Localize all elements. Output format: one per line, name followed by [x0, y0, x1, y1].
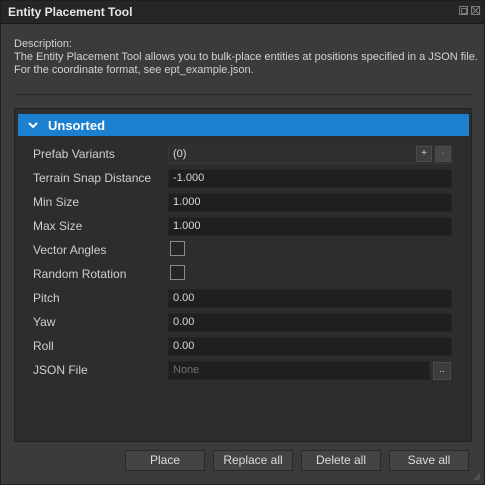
delete-all-button[interactable]: Delete all [301, 450, 381, 471]
yaw-input[interactable]: 0.00 [168, 313, 452, 332]
prefab-variants-field[interactable]: (0) [168, 145, 452, 164]
chevron-down-icon[interactable] [27, 119, 39, 131]
vector-angles-label: Vector Angles [33, 243, 107, 257]
json-file-label: JSON File [33, 363, 88, 377]
roll-label: Roll [33, 339, 54, 353]
section-header-unsorted[interactable]: Unsorted [18, 114, 469, 136]
replace-all-button[interactable]: Replace all [213, 450, 293, 471]
properties-panel: Unsorted Prefab Variants (0) + - Terrain… [14, 108, 472, 442]
add-variant-button[interactable]: + [416, 146, 432, 162]
vector-angles-checkbox[interactable] [170, 241, 185, 256]
place-button[interactable]: Place [125, 450, 205, 471]
save-all-button[interactable]: Save all [389, 450, 469, 471]
min-size-label: Min Size [33, 195, 80, 209]
random-rotation-checkbox[interactable] [170, 265, 185, 280]
pitch-input[interactable]: 0.00 [168, 289, 452, 308]
yaw-label: Yaw [33, 315, 56, 329]
roll-input[interactable]: 0.00 [168, 337, 452, 356]
pitch-label: Pitch [33, 291, 60, 305]
remove-variant-button[interactable]: - [435, 146, 451, 162]
prefab-variants-label: Prefab Variants [33, 147, 115, 161]
description-line-2: For the coordinate format, see ept_examp… [14, 64, 254, 76]
undock-icon[interactable] [459, 6, 468, 15]
max-size-input[interactable]: 1.000 [168, 217, 452, 236]
random-rotation-label: Random Rotation [33, 267, 127, 281]
title-bar[interactable]: Entity Placement Tool [1, 1, 484, 24]
entity-placement-tool-window: Entity Placement Tool Description: The E… [0, 0, 485, 485]
min-size-input[interactable]: 1.000 [168, 193, 452, 212]
description-heading: Description: [14, 38, 73, 50]
max-size-label: Max Size [33, 219, 83, 233]
json-file-input[interactable]: None [168, 361, 430, 380]
window-title: Entity Placement Tool [8, 5, 133, 19]
resize-grip-icon[interactable] [473, 473, 481, 481]
terrain-snap-distance-label: Terrain Snap Distance [33, 171, 152, 185]
divider [14, 94, 472, 95]
prefab-variants-count: (0) [173, 148, 187, 160]
description-line-1: The Entity Placement Tool allows you to … [14, 51, 478, 63]
browse-file-button[interactable]: .. [433, 362, 451, 380]
terrain-snap-distance-input[interactable]: -1.000 [168, 169, 452, 188]
section-label: Unsorted [48, 118, 106, 133]
close-icon[interactable] [471, 6, 480, 15]
description: Description: The Entity Placement Tool a… [14, 38, 478, 77]
